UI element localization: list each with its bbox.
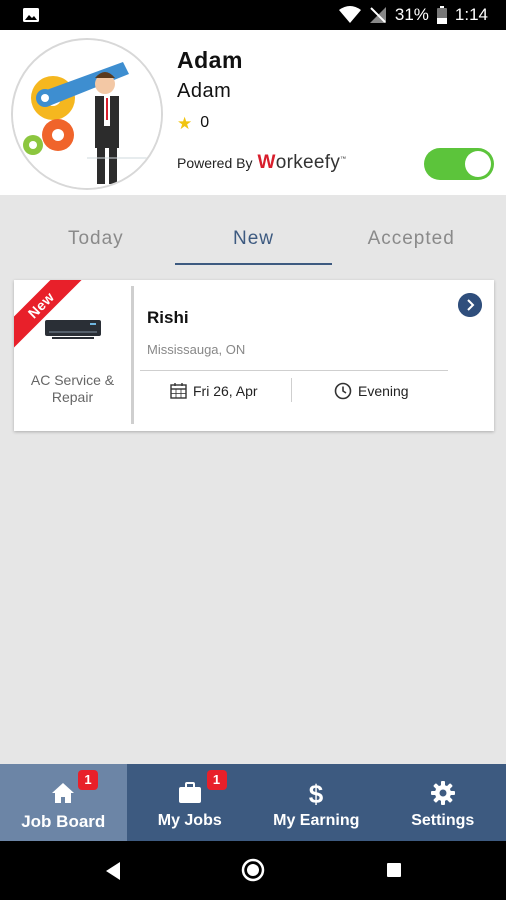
no-signal-icon [369,7,386,23]
my-jobs-badge: 1 [206,770,227,790]
powered-by-label: Powered By [177,155,253,171]
chevron-right-icon[interactable] [458,293,482,317]
card-separator [140,370,448,371]
nav-settings[interactable]: Settings [380,764,506,841]
home-button-icon[interactable] [241,858,265,882]
job-time-text: Evening [358,383,409,399]
rating-value: 0 [200,114,210,131]
gear-orange [42,119,74,151]
meta-separator [291,378,292,402]
gear-icon [430,781,455,805]
nav-job-board[interactable]: 1 Job Board [0,764,127,841]
nav-my-earning[interactable]: $ My Earning [253,764,380,841]
briefcase-icon [178,782,201,803]
clock: 1:14 [454,5,488,24]
job-date-text: Fri 26, Apr [193,382,258,399]
battery-icon [436,6,447,24]
brand-logo: Workeefy™ [257,152,347,173]
back-icon[interactable] [104,861,122,881]
nav-my-jobs-label: My Jobs [157,812,222,829]
tab-today[interactable]: Today [17,215,175,265]
rating: ★ 0 [177,114,209,132]
nav-my-jobs[interactable]: 1 My Jobs [127,764,254,841]
wifi-icon [338,6,361,23]
avatar[interactable] [11,38,163,190]
customer-location: Mississauga, ON [147,342,246,357]
avatar-illustration [13,40,161,188]
nav-my-earning-label: My Earning [273,812,360,829]
job-time: Evening [334,382,409,400]
svg-text:$: $ [309,780,324,806]
nav-settings-label: Settings [411,812,475,829]
job-card[interactable]: New AC Service & Repair Rishi Mississaug… [14,280,494,431]
service-type: AC Service & Repair [30,372,115,405]
powered-by: Powered By Workeefy™ [177,152,346,174]
job-board-badge: 1 [78,770,98,790]
toggle-knob [465,151,491,177]
system-nav-bar [0,841,506,900]
star-icon: ★ [177,113,193,133]
card-divider [131,286,134,424]
calendar-icon [170,383,187,399]
status-icons: 31% 1:14 [338,5,488,25]
user-name: Adam [177,47,243,73]
clock-icon [334,382,352,400]
home-icon [52,783,75,803]
recents-icon[interactable] [386,862,402,878]
gear-green [23,135,43,155]
job-date: Fri 26, Apr [170,382,258,399]
image-notification-icon [23,8,39,22]
dollar-icon: $ [309,780,324,806]
user-subname: Adam [177,80,232,102]
air-conditioner-icon [45,320,101,339]
battery-percent: 31% [394,5,429,24]
status-bar: 31% 1:14 [0,0,506,30]
availability-toggle[interactable] [424,148,494,180]
customer-name: Rishi [147,308,189,327]
job-tabs: Today New Accepted [17,215,490,265]
tab-new[interactable]: New [174,215,333,265]
bottom-nav: 1 Job Board 1 My Jobs $ My Earning Setti… [0,764,506,841]
tab-accepted[interactable]: Accepted [332,215,490,265]
nav-job-board-label: Job Board [21,812,106,831]
